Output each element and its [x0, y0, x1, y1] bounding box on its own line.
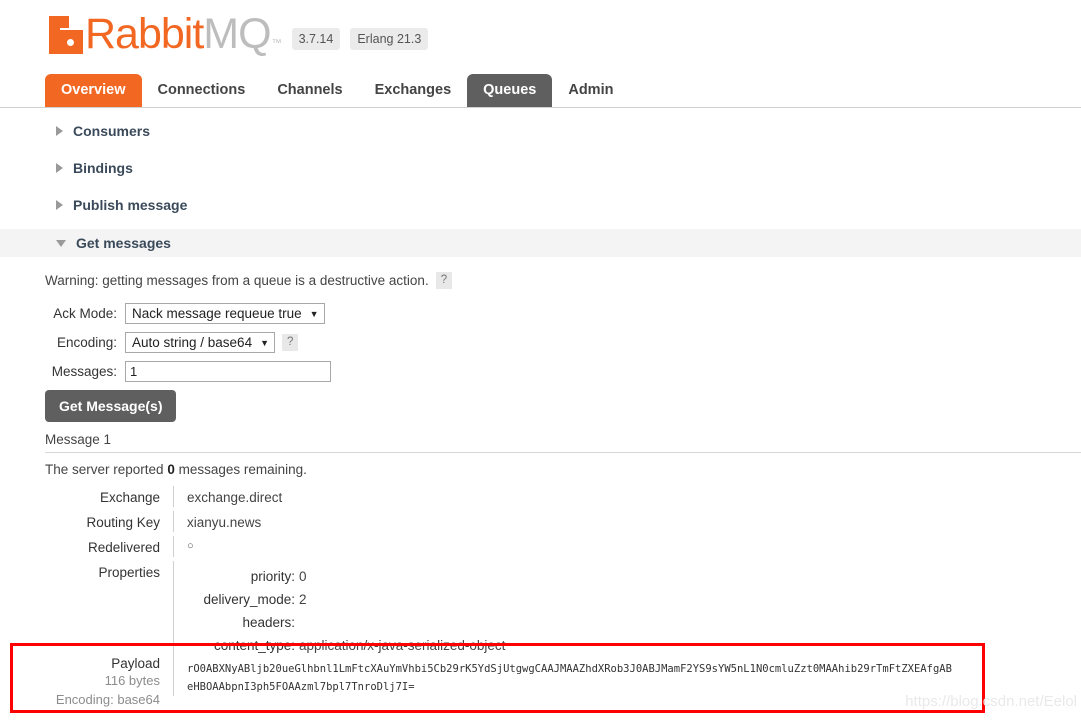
payload-label: Payload	[111, 656, 160, 671]
chevron-right-icon	[56, 200, 63, 210]
property-delivery-mode-key: delivery_mode:	[203, 592, 295, 607]
property-priority: priority: 0	[187, 565, 1045, 588]
table-row: Routing Key xianyu.news	[45, 511, 1045, 536]
section-publish-message-label: Publish message	[73, 197, 188, 213]
server-report-suffix: messages remaining.	[174, 462, 307, 477]
property-priority-key: priority:	[250, 569, 295, 584]
message-details-table: Exchange exchange.direct Routing Key xia…	[45, 486, 1045, 657]
server-report-count: 0	[167, 462, 175, 477]
chevron-right-icon	[56, 163, 63, 173]
server-report-prefix: The server reported	[45, 462, 168, 477]
section-bindings-label: Bindings	[73, 160, 133, 176]
get-messages-button[interactable]: Get Message(s)	[45, 390, 177, 422]
payload-size: 116 bytes	[104, 673, 160, 688]
property-delivery-mode-value: 2	[299, 592, 307, 607]
page-header: Rabbit MQ ™ 3.7.14 Erlang 21.3	[0, 0, 1081, 70]
tab-channels[interactable]: Channels	[261, 74, 358, 107]
tab-queues[interactable]: Queues	[467, 74, 553, 107]
payload-label-column: Payload 116 bytes Encoding: base64	[45, 650, 173, 709]
trademark-symbol: ™	[271, 38, 282, 49]
table-row: Exchange exchange.direct	[45, 486, 1045, 511]
routing-key-label: Routing Key	[86, 515, 160, 530]
server-report-text: The server reported 0 messages remaining…	[45, 462, 307, 477]
encoding-help-icon[interactable]: ?	[282, 334, 299, 351]
section-bindings[interactable]: Bindings	[0, 154, 1081, 182]
tab-connections[interactable]: Connections	[142, 74, 262, 107]
ack-mode-select[interactable]: Nack message requeue true ▼	[125, 303, 325, 324]
redelivered-value: ○	[173, 536, 1045, 557]
message-result-heading: Message 1	[45, 432, 112, 447]
erlang-version-badge: Erlang 21.3	[350, 28, 429, 50]
redelivered-label: Redelivered	[87, 540, 160, 555]
rabbitmq-logo-icon	[49, 16, 83, 54]
warning-text: Warning: getting messages from a queue i…	[45, 273, 429, 288]
watermark-text: https://blog.csdn.net/Eelol	[905, 693, 1077, 710]
encoding-select[interactable]: Auto string / base64 ▼	[125, 332, 275, 353]
encoding-row: Encoding: Auto string / base64 ▼ ?	[45, 332, 299, 353]
table-row-properties: Properties priority: 0 delivery_mode: 2 he…	[45, 561, 1045, 657]
exchange-value: exchange.direct	[173, 486, 1045, 507]
destructive-action-warning: Warning: getting messages from a queue i…	[45, 272, 453, 289]
routing-key-value: xianyu.news	[173, 511, 1045, 532]
chevron-down-icon	[56, 239, 66, 247]
divider	[45, 452, 1081, 453]
chevron-right-icon	[56, 126, 63, 136]
logo-text-mq: MQ	[203, 10, 271, 58]
tab-exchanges[interactable]: Exchanges	[359, 74, 468, 107]
encoding-label: Encoding:	[56, 335, 117, 350]
ack-mode-selected-value: Nack message requeue true	[132, 306, 302, 321]
encoding-selected-value: Auto string / base64	[132, 335, 253, 350]
section-consumers[interactable]: Consumers	[0, 117, 1081, 145]
ack-mode-label: Ack Mode:	[53, 306, 117, 321]
main-navigation-tabs: Overview Connections Channels Exchanges …	[0, 74, 1081, 108]
tab-overview[interactable]: Overview	[45, 74, 142, 107]
properties-label: Properties	[98, 565, 160, 580]
section-get-messages[interactable]: Get messages	[0, 229, 1081, 257]
section-publish-message[interactable]: Publish message	[0, 191, 1081, 219]
messages-label: Messages:	[51, 364, 117, 379]
logo-text-rabbit: Rabbit	[85, 10, 204, 58]
payload-row: Payload 116 bytes Encoding: base64 rO0AB…	[45, 650, 1045, 709]
messages-count-input[interactable]	[125, 361, 331, 382]
properties-value: priority: 0 delivery_mode: 2 headers: cont…	[173, 561, 1045, 657]
payload-content: rO0ABXNyABljb20ueGlhbnl1LmFtcXAuYmVhbi5C…	[173, 650, 1045, 696]
chevron-down-icon: ▼	[309, 308, 319, 319]
rabbitmq-logo[interactable]: Rabbit MQ ™ 3.7.14 Erlang 21.3	[49, 10, 429, 58]
chevron-down-icon: ▼	[260, 337, 269, 348]
messages-count-row: Messages:	[45, 361, 331, 382]
tab-admin[interactable]: Admin	[552, 74, 629, 107]
version-badge: 3.7.14	[291, 28, 341, 50]
warning-help-icon[interactable]: ?	[435, 272, 453, 289]
property-headers: headers:	[187, 611, 1045, 634]
section-get-messages-label: Get messages	[76, 235, 171, 251]
payload-line-1: rO0ABXNyABljb20ueGlhbnl1LmFtcXAuYmVhbi5C…	[187, 663, 952, 675]
property-headers-key: headers:	[242, 615, 295, 630]
property-priority-value: 0	[299, 569, 307, 584]
exchange-label: Exchange	[99, 490, 160, 505]
payload-encoding: Encoding: base64	[55, 692, 160, 707]
table-row: Redelivered ○	[45, 536, 1045, 561]
ack-mode-row: Ack Mode: Nack message requeue true ▼	[45, 303, 325, 324]
property-delivery-mode: delivery_mode: 2	[187, 588, 1045, 611]
section-consumers-label: Consumers	[73, 123, 151, 139]
